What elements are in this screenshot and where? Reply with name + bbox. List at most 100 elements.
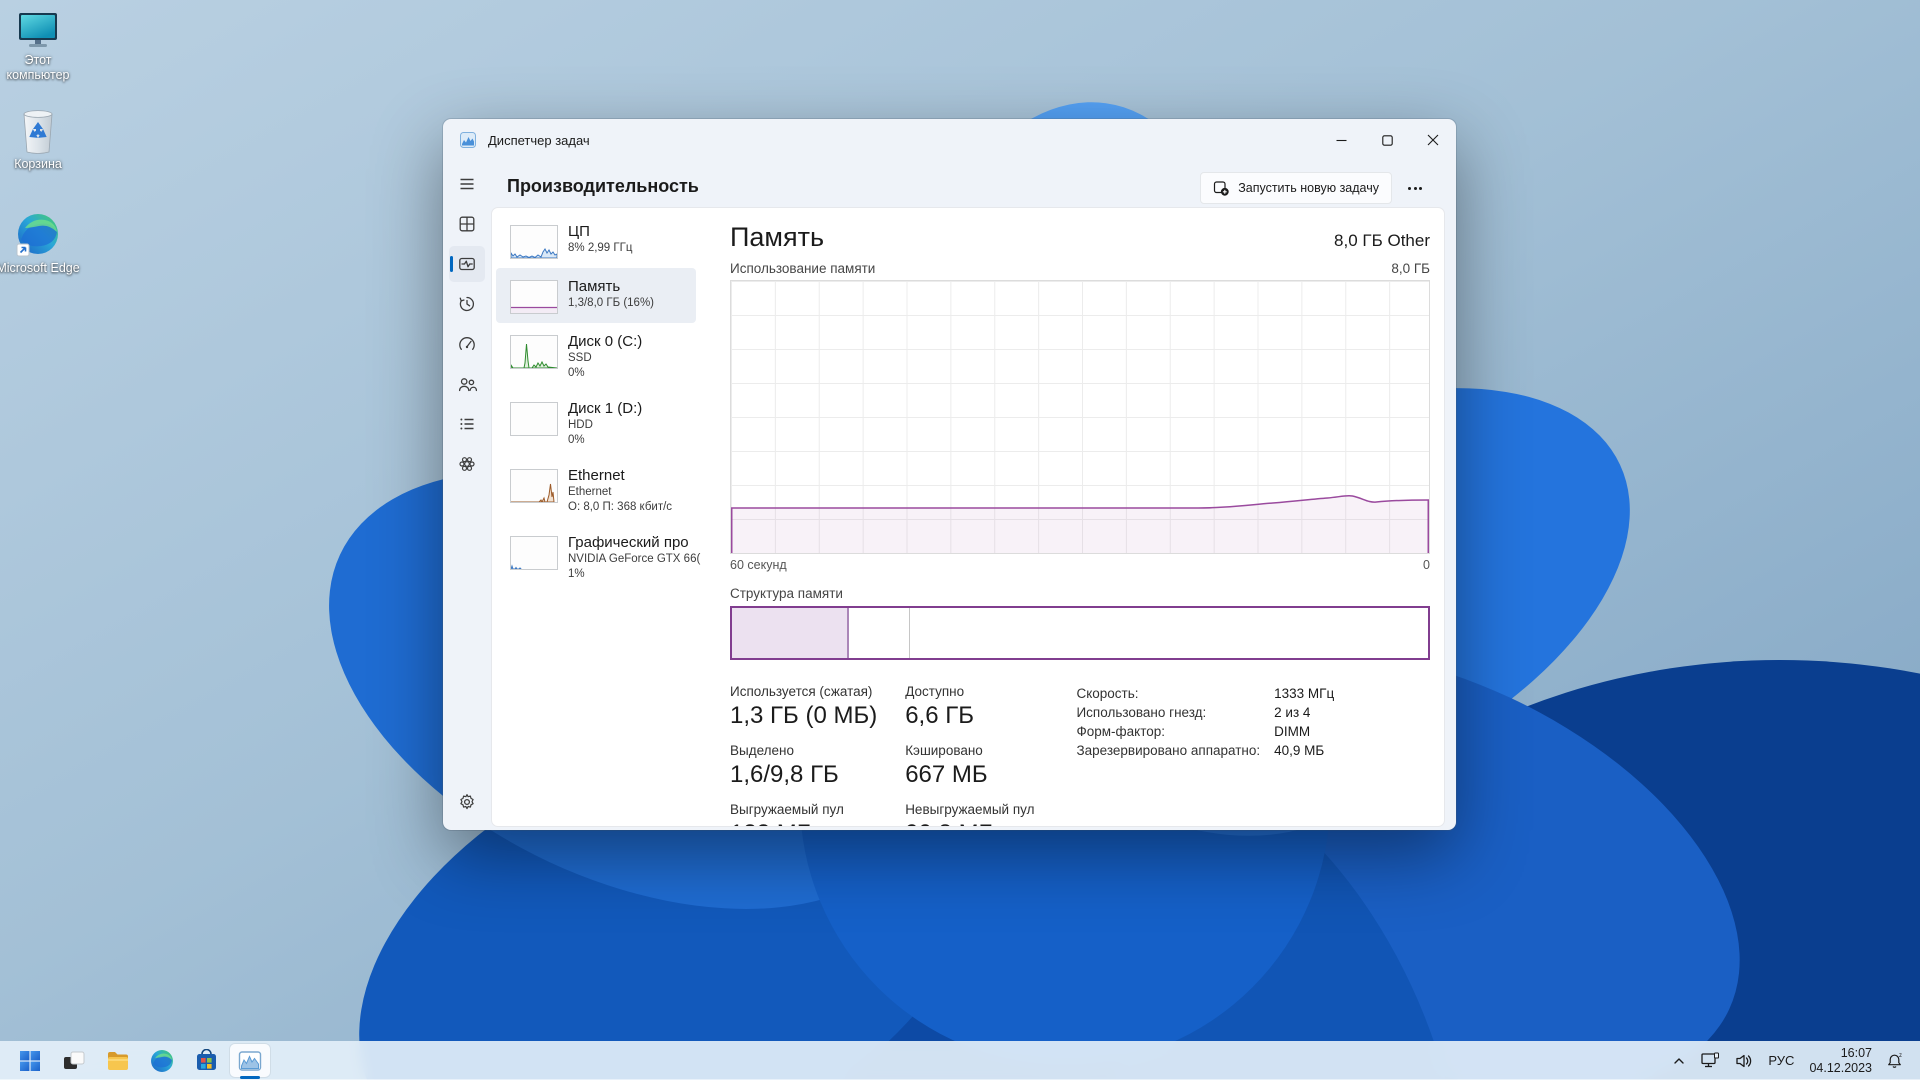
processes-icon <box>459 216 475 232</box>
memory-composition-label: Структура памяти <box>730 586 843 601</box>
item-name: Диск 1 (D:) <box>568 400 643 417</box>
performance-sidebar: ЦП 8% 2,99 ГГц Память 1,3/8,0 ГБ (16%) Д… <box>492 208 700 826</box>
hw-stat-value: 1333 МГц <box>1274 686 1335 701</box>
edge-taskbar-icon <box>151 1049 173 1072</box>
stat-label: Доступно <box>905 684 965 699</box>
page-title: Производительность <box>507 176 699 196</box>
tray-time: 16:07 <box>1840 1045 1872 1060</box>
task-manager-app-icon <box>460 132 476 148</box>
memory-big-stats: Используется (сжатая) 1,3 ГБ (0 МБ) Дост… <box>730 684 1035 826</box>
hw-stat-label: Использовано гнезд: <box>1076 705 1207 720</box>
sidebar-item-memory[interactable]: Память 1,3/8,0 ГБ (16%) <box>496 268 696 323</box>
nav-rail <box>443 161 491 830</box>
tray-show-hidden-icons[interactable] <box>1668 1044 1690 1077</box>
hamburger-icon <box>460 178 474 190</box>
desktop-icon-this-pc[interactable]: Этот компьютер <box>0 12 81 83</box>
start-button[interactable] <box>10 1044 50 1077</box>
tray-volume[interactable] <box>1731 1044 1757 1077</box>
sidebar-item-disk0[interactable]: Диск 0 (C:) SSD 0% <box>496 323 696 390</box>
run-new-task-button[interactable]: Запустить новую задачу <box>1200 172 1392 204</box>
stat-label: Используется (сжатая) <box>730 684 873 699</box>
usage-chart-max: 8,0 ГБ <box>1391 261 1430 276</box>
file-explorer-icon <box>108 1051 128 1070</box>
item-name: Графический про <box>568 534 689 551</box>
nav-processes[interactable] <box>449 206 485 242</box>
usage-chart-label: Использование памяти <box>730 261 876 276</box>
nav-users[interactable] <box>449 366 485 402</box>
hw-stat-label: Скорость: <box>1076 686 1139 701</box>
tray-notifications[interactable]: z <box>1883 1044 1908 1077</box>
tray-network[interactable] <box>1697 1044 1724 1077</box>
gear-icon <box>460 794 474 810</box>
nav-details[interactable] <box>449 406 485 442</box>
task-view-button[interactable] <box>54 1044 94 1077</box>
startup-apps-icon <box>459 337 475 350</box>
tray-clock[interactable]: 16:07 04.12.2023 <box>1805 1044 1876 1077</box>
taskbar: РУС 16:07 04.12.2023 z <box>0 1041 1920 1080</box>
stat-value: 6,6 ГБ <box>905 702 974 729</box>
cpu-mini-chart <box>510 225 558 259</box>
tray-date: 04.12.2023 <box>1809 1060 1872 1075</box>
performance-card: ЦП 8% 2,99 ГГц Память 1,3/8,0 ГБ (16%) Д… <box>491 207 1445 827</box>
maximize-button[interactable] <box>1364 119 1410 161</box>
item-sub: HDD <box>568 419 593 431</box>
nav-startup-apps[interactable] <box>449 326 485 362</box>
ethernet-network-icon <box>1701 1052 1720 1068</box>
task-manager-taskbar-button[interactable] <box>230 1044 270 1077</box>
task-manager-window: Диспетчер задач Производительность Запус… <box>443 119 1456 830</box>
windows-start-icon <box>20 1050 40 1071</box>
stat-label: Выгружаемый пул <box>730 802 844 817</box>
desktop-icon-recycle-bin[interactable]: Корзина <box>0 108 81 172</box>
sidebar-item-disk1[interactable]: Диск 1 (D:) HDD 0% <box>496 390 696 457</box>
users-icon <box>458 378 477 392</box>
more-options-button[interactable] <box>1398 173 1432 203</box>
edge-button[interactable] <box>142 1044 182 1077</box>
notification-bell-icon: z <box>1888 1053 1902 1068</box>
run-new-task-icon <box>1214 181 1229 196</box>
nav-performance[interactable] <box>449 246 485 282</box>
desktop-icon-edge[interactable]: Microsoft Edge <box>0 212 81 276</box>
item-sub: 1,3/8,0 ГБ (16%) <box>568 297 655 309</box>
microsoft-store-icon <box>196 1049 216 1070</box>
item-sub: SSD <box>568 352 592 364</box>
item-sub: 8% 2,99 ГГц <box>568 242 633 254</box>
task-view-icon <box>64 1051 85 1069</box>
stat-value: 1,3 ГБ (0 МБ) <box>730 702 878 729</box>
menu-hamburger-button[interactable] <box>449 166 485 202</box>
memory-usage-area <box>731 495 1429 553</box>
chart-zero: 0 <box>1423 558 1430 572</box>
memory-hw-stats: Скорость: 1333 МГц Использовано гнезд: 2… <box>1076 684 1335 826</box>
window-title: Диспетчер задач <box>488 132 590 148</box>
sidebar-item-ethernet[interactable]: Ethernet Ethernet О: 8,0 П: 368 кбит/с <box>496 457 696 524</box>
nav-services[interactable] <box>449 446 485 482</box>
composition-free-segment <box>910 608 1428 658</box>
run-new-task-label: Запустить новую задачу <box>1238 181 1379 195</box>
item-sub: 0% <box>568 367 585 379</box>
item-sub: О: 8,0 П: 368 кбит/с <box>568 501 673 513</box>
stat-value: 667 МБ <box>905 761 988 788</box>
sidebar-item-cpu[interactable]: ЦП 8% 2,99 ГГц <box>496 213 696 268</box>
app-history-icon <box>459 296 475 312</box>
hw-stat-value: 2 из 4 <box>1274 705 1311 720</box>
item-name: Диск 0 (C:) <box>568 333 643 350</box>
minimize-button[interactable] <box>1318 119 1364 161</box>
stat-label: Невыгружаемый пул <box>905 802 1035 817</box>
hw-stat-label: Форм-фактор: <box>1076 724 1165 739</box>
svg-text:z: z <box>1899 1053 1902 1059</box>
window-titlebar[interactable]: Диспетчер задач <box>443 119 1456 161</box>
nav-app-history[interactable] <box>449 286 485 322</box>
services-icon <box>459 457 475 471</box>
tray-language[interactable]: РУС <box>1764 1044 1798 1077</box>
hw-stat-label: Зарезервировано аппаратно: <box>1076 743 1261 758</box>
edge-icon <box>16 214 58 257</box>
gpu-mini-chart <box>510 536 558 570</box>
microsoft-store-button[interactable] <box>186 1044 226 1077</box>
sidebar-item-gpu[interactable]: Графический про NVIDIA GeForce GTX 66( 1… <box>496 524 700 591</box>
settings-button[interactable] <box>449 784 485 820</box>
stat-label: Кэшировано <box>905 743 983 758</box>
close-button[interactable] <box>1410 119 1456 161</box>
this-pc-icon <box>19 13 57 47</box>
item-sub: 1% <box>568 568 585 580</box>
ethernet-mini-chart <box>510 469 558 503</box>
file-explorer-button[interactable] <box>98 1044 138 1077</box>
